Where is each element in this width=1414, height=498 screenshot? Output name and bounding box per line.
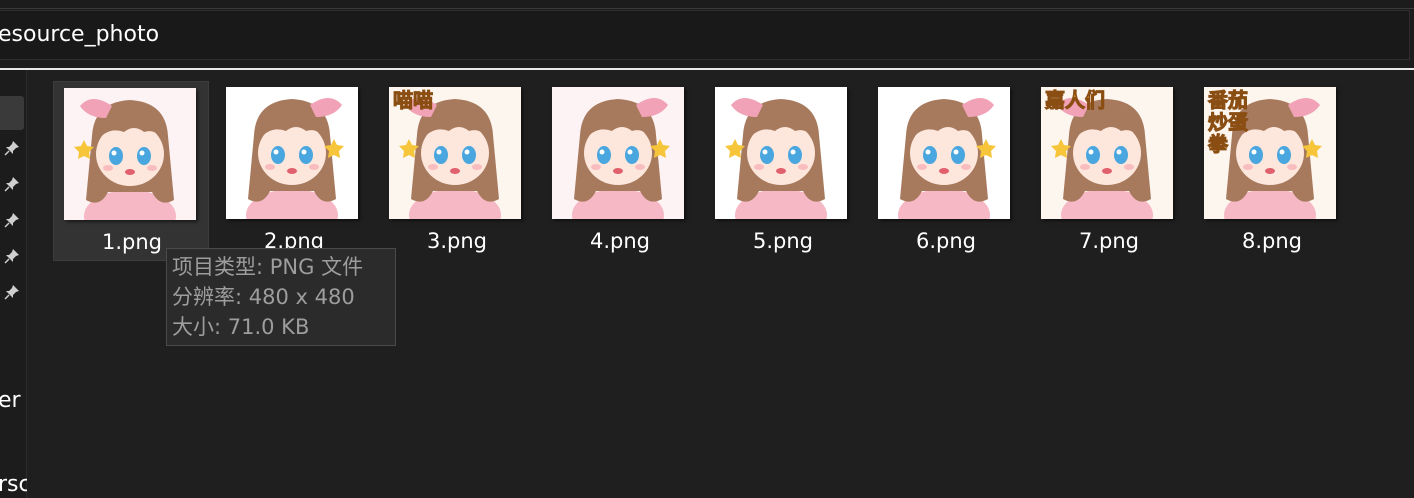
file-name[interactable]: 3.png bbox=[379, 229, 535, 253]
pin-icon[interactable] bbox=[4, 212, 20, 228]
image-thumbnail[interactable]: 番茄炒蛋拳 bbox=[1204, 87, 1336, 219]
file-item[interactable]: 嘉人们 7.png bbox=[1031, 81, 1187, 261]
file-item[interactable]: 4.png bbox=[542, 81, 698, 261]
sticker-caption: 嘉人们 bbox=[1045, 88, 1106, 112]
file-item[interactable]: 1.png bbox=[53, 81, 209, 261]
image-thumbnail[interactable]: 嘉人们 bbox=[1041, 87, 1173, 219]
pin-icon[interactable] bbox=[4, 140, 20, 156]
tooltip-size: 大小: 71.0 KB bbox=[172, 315, 310, 339]
tooltip-resolution: 分辨率: 480 x 480 bbox=[172, 285, 355, 309]
pin-icon[interactable] bbox=[4, 284, 20, 300]
file-item[interactable]: 喵喵 3.png bbox=[379, 81, 535, 261]
sticker-caption: 番茄炒蛋拳 bbox=[1208, 88, 1249, 156]
file-name[interactable]: 5.png bbox=[705, 229, 861, 253]
file-name[interactable]: 7.png bbox=[1031, 229, 1187, 253]
image-thumbnail[interactable] bbox=[226, 87, 358, 219]
image-thumbnail[interactable] bbox=[552, 87, 684, 219]
pin-icon[interactable] bbox=[4, 248, 20, 264]
image-thumbnail[interactable] bbox=[878, 87, 1010, 219]
file-name[interactable]: 4.png bbox=[542, 229, 698, 253]
image-thumbnail[interactable]: 喵喵 bbox=[389, 87, 521, 219]
address-path[interactable]: esource_photo bbox=[0, 22, 159, 47]
image-thumbnail[interactable] bbox=[715, 87, 847, 219]
address-bar[interactable]: esource_photo bbox=[0, 10, 1410, 60]
sidebar-item-label[interactable]: er bbox=[0, 388, 21, 413]
image-thumbnail[interactable] bbox=[64, 88, 196, 220]
file-item[interactable]: 6.png bbox=[868, 81, 1024, 261]
tooltip-item-type: 项目类型: PNG 文件 bbox=[172, 255, 364, 279]
divider bbox=[0, 8, 1414, 9]
file-name[interactable]: 6.png bbox=[868, 229, 1024, 253]
sticker-illustration bbox=[725, 98, 827, 219]
sticker-caption: 喵喵 bbox=[393, 88, 434, 112]
file-item[interactable]: 2.png bbox=[216, 81, 372, 261]
file-item[interactable]: 番茄炒蛋拳 8.png bbox=[1194, 81, 1350, 261]
navigation-pane[interactable]: er rsc bbox=[0, 70, 31, 498]
sticker-illustration bbox=[246, 98, 344, 219]
file-item[interactable]: 5.png bbox=[705, 81, 861, 261]
pin-icon[interactable] bbox=[4, 176, 20, 192]
sidebar-item-selected[interactable] bbox=[0, 96, 24, 130]
sticker-illustration bbox=[898, 98, 996, 219]
sticker-illustration bbox=[572, 98, 670, 219]
sticker-illustration bbox=[74, 99, 176, 220]
file-name[interactable]: 8.png bbox=[1194, 229, 1350, 253]
file-info-tooltip: 项目类型: PNG 文件 分辨率: 480 x 480 大小: 71.0 KB bbox=[166, 248, 396, 346]
